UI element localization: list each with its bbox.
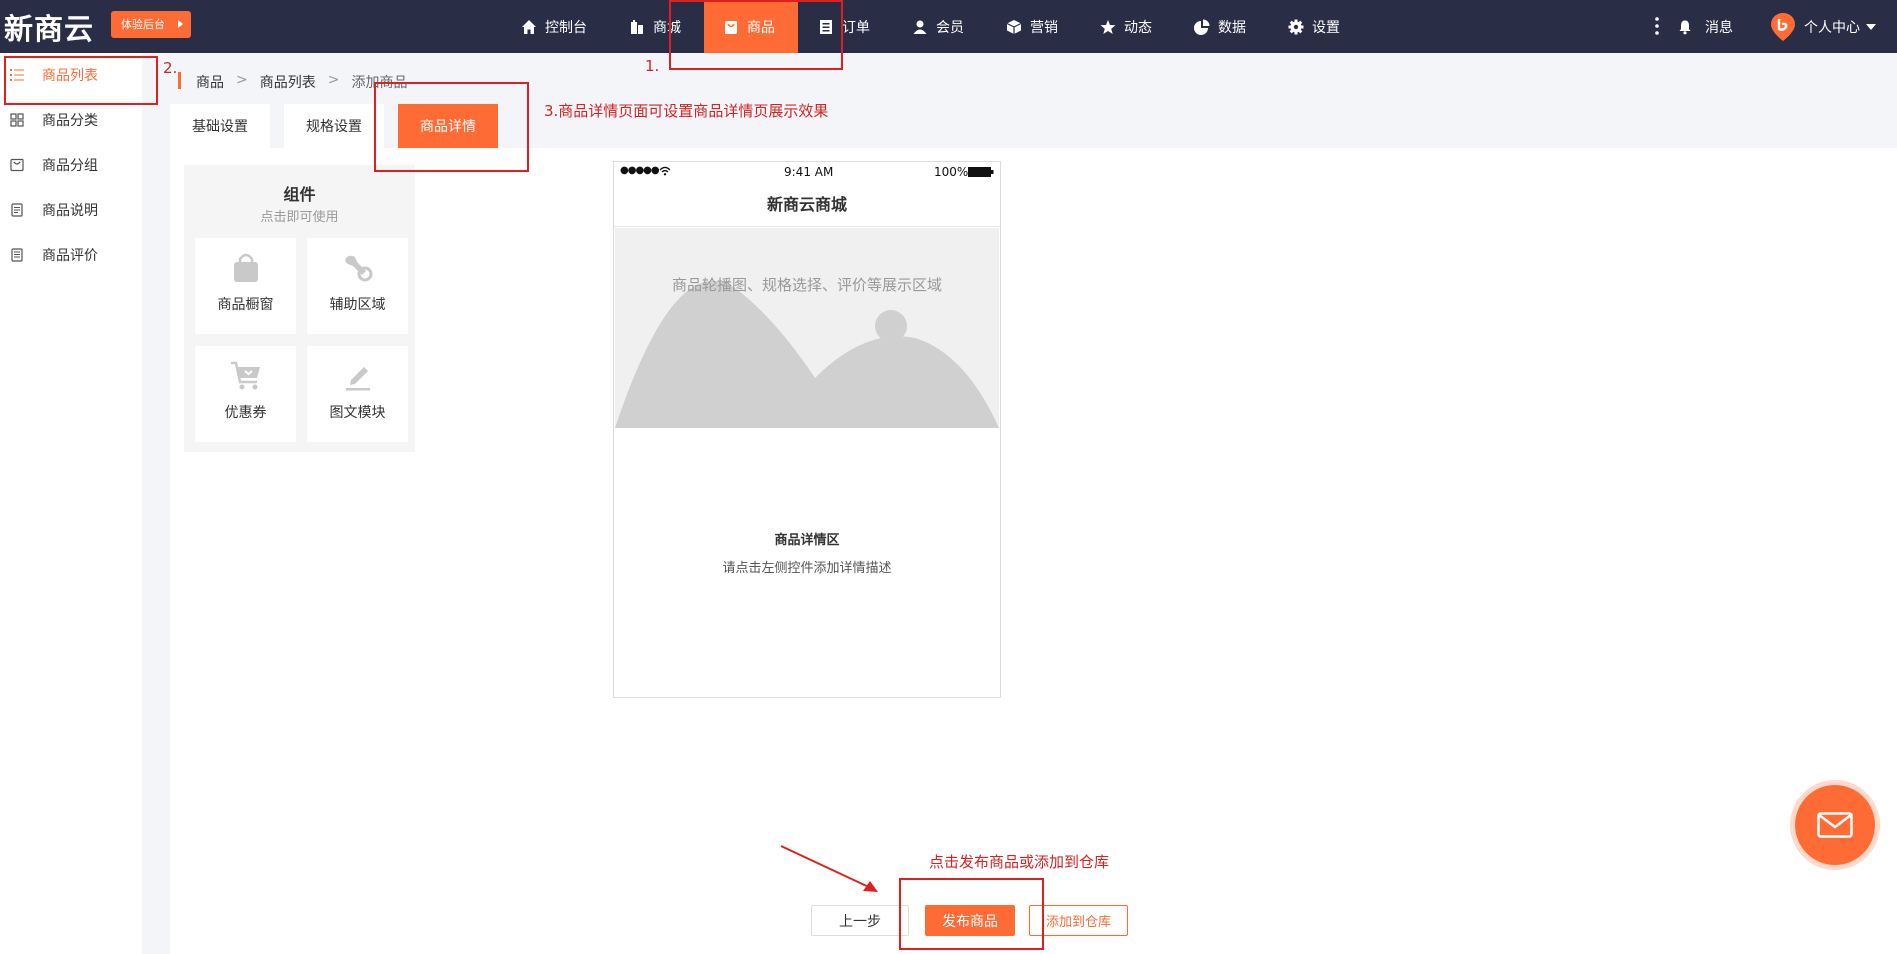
button-label: 上一步 xyxy=(839,913,881,930)
sidebar-item-product-category[interactable]: 商品分类 xyxy=(0,105,142,135)
component-coupon[interactable]: 优惠券 xyxy=(195,346,296,442)
caret-right-icon xyxy=(178,20,183,28)
annotation-box-detail-tab xyxy=(374,82,529,172)
wifi-icon xyxy=(659,166,671,176)
breadcrumb-item-products[interactable]: 商品 xyxy=(196,72,224,92)
phone-header-divider xyxy=(614,226,1000,227)
contact-mail-button[interactable] xyxy=(1795,785,1875,865)
nav-item-data[interactable]: 数据 xyxy=(1194,0,1246,53)
breadcrumb-separator: > xyxy=(327,72,340,88)
breadcrumb-marker xyxy=(178,72,181,89)
battery-icon xyxy=(968,167,994,177)
previous-step-button[interactable]: 上一步 xyxy=(811,905,909,936)
sidebar-item-product-description[interactable]: 商品说明 xyxy=(0,195,142,225)
sidebar-item-label: 商品分组 xyxy=(42,158,98,174)
trial-backend-label: 体验后台 xyxy=(121,18,165,31)
pie-chart-icon xyxy=(1194,19,1210,35)
nav-item-dashboard[interactable]: 控制台 xyxy=(521,0,587,53)
annotation-step-3: 3.商品详情页面可设置商品详情页展示效果 xyxy=(544,102,829,120)
folder-icon xyxy=(10,158,24,172)
banner-placeholder-text: 商品轮播图、规格选择、评价等展示区域 xyxy=(671,276,942,294)
shopping-bag-icon xyxy=(233,253,258,282)
grid-icon xyxy=(10,113,24,127)
component-label: 图文模块 xyxy=(329,405,386,421)
breadcrumb-separator: > xyxy=(236,72,248,88)
profile-label: 个人中心 xyxy=(1804,19,1860,36)
battery-level: 100% xyxy=(934,165,969,179)
nav-label: 动态 xyxy=(1124,19,1152,36)
messages-button[interactable]: 消息 xyxy=(1677,0,1733,53)
cart-icon xyxy=(230,361,260,390)
edit-icon xyxy=(345,367,370,391)
cube-icon xyxy=(1006,19,1022,34)
component-label: 辅助区域 xyxy=(329,297,386,313)
building-icon xyxy=(631,19,643,34)
detail-area-title: 商品详情区 xyxy=(774,533,840,548)
nav-label: 设置 xyxy=(1312,19,1340,36)
annotation-publish-hint: 点击发布商品或添加到仓库 xyxy=(929,853,1110,871)
annotation-step-2: 2. xyxy=(163,59,178,77)
more-vertical-icon[interactable] xyxy=(1654,16,1660,36)
component-panel-title: 组件 xyxy=(283,185,316,204)
sidebar-item-label: 商品说明 xyxy=(42,203,98,219)
nav-label: 订单 xyxy=(842,19,870,36)
avatar xyxy=(1771,12,1795,41)
signal-strength-icon: ●●●●● xyxy=(620,165,660,176)
tab-spec-settings[interactable]: 规格设置 xyxy=(284,104,384,148)
note-icon xyxy=(11,203,23,217)
button-label: 添加到仓库 xyxy=(1045,915,1111,930)
component-panel-subtitle: 点击即可使用 xyxy=(260,210,339,225)
component-rich-text-module[interactable]: 图文模块 xyxy=(307,346,408,442)
breadcrumb-item-product-list[interactable]: 商品列表 xyxy=(260,72,316,92)
mail-icon xyxy=(1817,812,1853,838)
sidebar xyxy=(0,53,142,954)
sidebar-item-label: 商品分类 xyxy=(42,113,98,129)
annotation-box-products-nav xyxy=(669,0,843,70)
trial-backend-button[interactable]: 体验后台 xyxy=(111,11,191,38)
gear-icon xyxy=(1288,19,1304,34)
user-icon xyxy=(913,20,927,34)
content-panel xyxy=(170,148,1897,954)
messages-label: 消息 xyxy=(1705,19,1733,36)
nav-item-marketing[interactable]: 营销 xyxy=(1006,0,1058,53)
tab-label: 规格设置 xyxy=(306,119,362,135)
profile-menu[interactable]: 个人中心 xyxy=(1770,0,1876,53)
nav-label: 数据 xyxy=(1218,19,1246,36)
component-product-showcase[interactable]: 商品橱窗 xyxy=(195,238,296,334)
nav-label: 营销 xyxy=(1030,19,1058,36)
landscape-placeholder-icon xyxy=(615,280,999,428)
annotation-box-product-list xyxy=(4,56,158,105)
home-icon xyxy=(522,19,536,34)
phone-page-title: 新商云商城 xyxy=(766,195,847,214)
component-auxiliary-area[interactable]: 辅助区域 xyxy=(307,238,408,334)
nav-item-members[interactable]: 会员 xyxy=(912,0,964,53)
sidebar-item-product-group[interactable]: 商品分组 xyxy=(0,150,142,180)
nav-label: 会员 xyxy=(936,19,964,36)
tab-label: 基础设置 xyxy=(192,119,248,135)
sidebar-item-label: 商品评价 xyxy=(42,248,98,264)
nav-label: 控制台 xyxy=(545,19,587,36)
banner-placeholder xyxy=(615,228,999,428)
wrench-icon xyxy=(344,255,372,282)
tab-basic-settings[interactable]: 基础设置 xyxy=(170,104,270,148)
phone-time: 9:41 AM xyxy=(784,165,834,179)
annotation-box-publish xyxy=(899,878,1044,950)
component-label: 商品橱窗 xyxy=(217,297,274,313)
review-icon xyxy=(11,248,23,262)
detail-area-hint: 请点击左侧控件添加详情描述 xyxy=(722,561,892,576)
annotation-arrow-icon xyxy=(780,845,878,892)
brand-logo[interactable]: 新商云 xyxy=(4,6,94,48)
sidebar-item-product-review[interactable]: 商品评价 xyxy=(0,240,142,270)
nav-item-activity[interactable]: 动态 xyxy=(1100,0,1152,53)
nav-item-settings[interactable]: 设置 xyxy=(1288,0,1340,53)
chevron-down-icon xyxy=(1866,23,1876,30)
component-label: 优惠券 xyxy=(224,405,267,421)
annotation-step-1: 1. xyxy=(645,57,660,75)
bell-icon xyxy=(1679,20,1691,34)
star-icon xyxy=(1100,19,1116,34)
